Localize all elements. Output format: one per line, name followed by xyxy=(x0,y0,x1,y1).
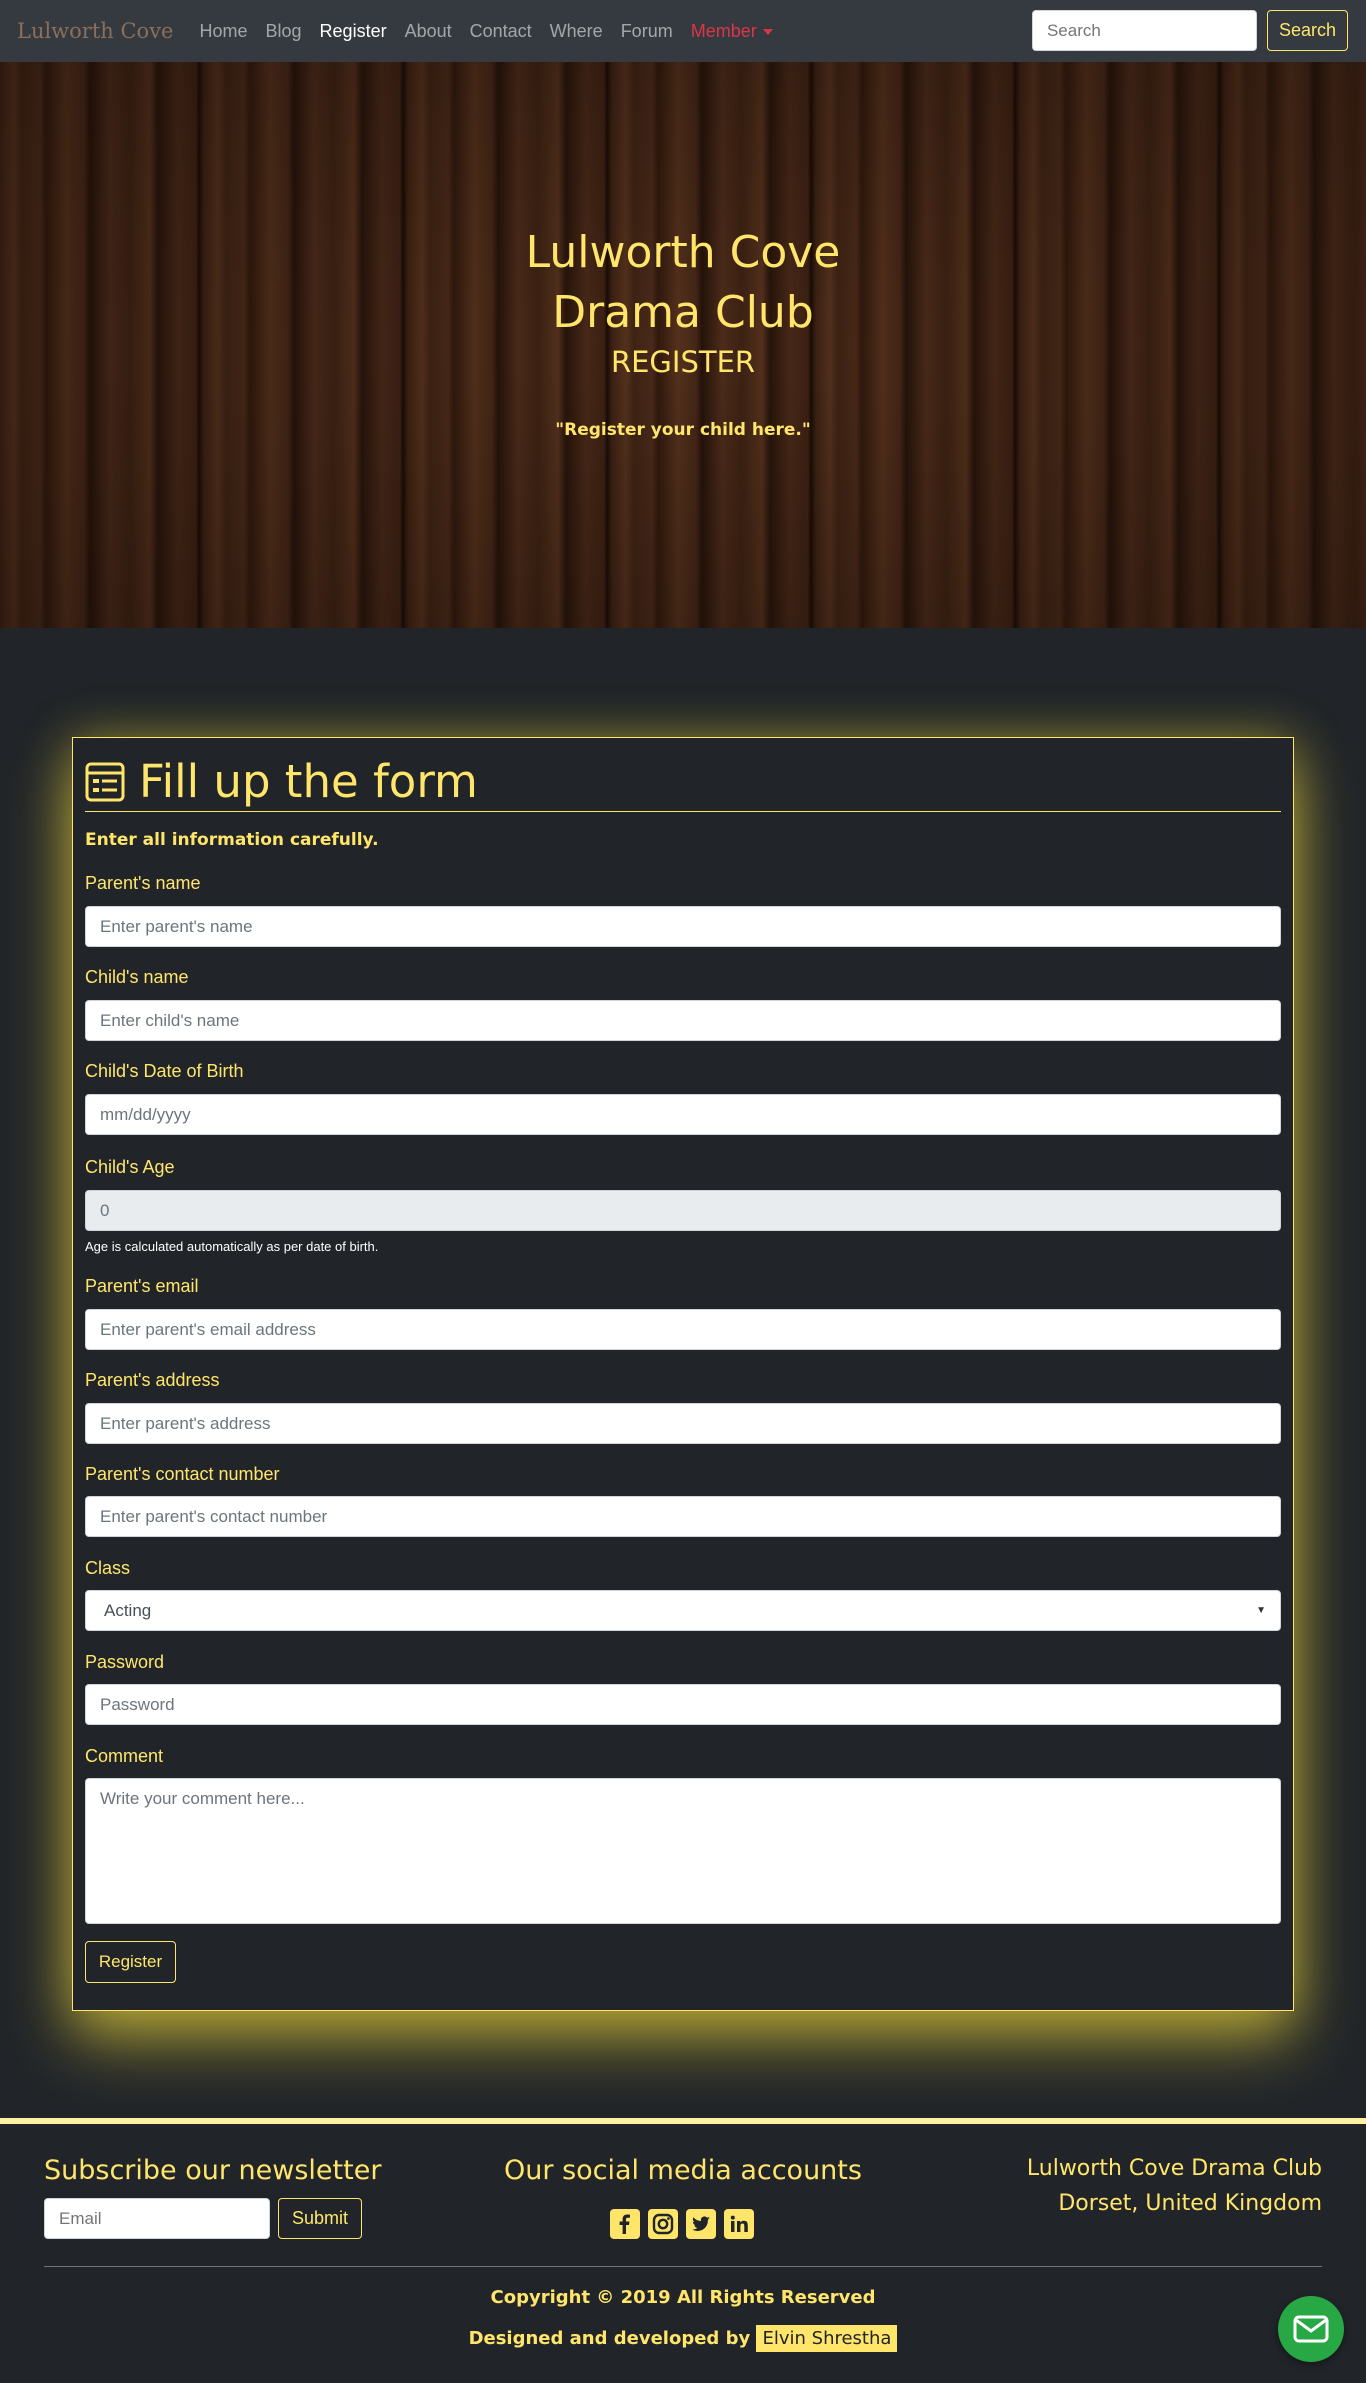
nav-home[interactable]: Home xyxy=(200,21,248,42)
search-button[interactable]: Search xyxy=(1266,10,1348,51)
hero-title-line2: Drama Club xyxy=(552,287,814,338)
nav-forum[interactable]: Forum xyxy=(621,21,673,42)
nav-about[interactable]: About xyxy=(405,21,452,42)
age-label: Child's Age xyxy=(85,1157,175,1177)
twitter-icon[interactable] xyxy=(686,2209,716,2239)
designed-by: Designed and developed by Elvin Shrestha xyxy=(0,2325,1366,2352)
designer-name[interactable]: Elvin Shrestha xyxy=(756,2325,898,2352)
club-location: Dorset, United Kingdom xyxy=(1058,2191,1322,2216)
newsletter-submit-button[interactable]: Submit xyxy=(278,2198,362,2239)
registration-form: Fill up the form Enter all information c… xyxy=(72,737,1294,2011)
hero-banner: Lulworth Cove Drama Club REGISTER "Regis… xyxy=(0,62,1366,628)
address-label: Parent's address xyxy=(85,1370,220,1390)
newsletter-email-input[interactable] xyxy=(44,2198,270,2239)
form-list-icon xyxy=(85,762,125,801)
child-name-label: Child's name xyxy=(85,967,189,987)
hero-quote: "Register your child here." xyxy=(555,420,811,440)
hero-title-line1: Lulworth Cove xyxy=(525,227,841,278)
comment-label: Comment xyxy=(85,1746,164,1766)
footer-divider xyxy=(44,2266,1322,2267)
contact-mail-button[interactable] xyxy=(1278,2296,1344,2362)
nav-links: Home Blog Register About Contact Where F… xyxy=(200,21,791,42)
contact-input[interactable] xyxy=(85,1496,1281,1537)
dob-input[interactable] xyxy=(85,1094,1281,1135)
contact-label: Parent's contact number xyxy=(85,1464,280,1484)
age-field: 0 xyxy=(85,1190,1281,1231)
caret-down-icon xyxy=(762,28,773,35)
address-input[interactable] xyxy=(85,1403,1281,1444)
search-input[interactable] xyxy=(1031,10,1257,51)
parent-name-input[interactable] xyxy=(85,906,1281,947)
linkedin-icon[interactable] xyxy=(724,2209,754,2239)
parent-name-label: Parent's name xyxy=(85,873,201,893)
register-button[interactable]: Register xyxy=(85,1941,176,1983)
nav-where[interactable]: Where xyxy=(550,21,603,42)
email-label: Parent's email xyxy=(85,1276,199,1296)
select-caret-icon: ▼ xyxy=(1256,1605,1266,1616)
age-help-text: Age is calculated automatically as per d… xyxy=(85,1239,379,1254)
footer-top-border xyxy=(0,2118,1366,2124)
instagram-icon[interactable] xyxy=(648,2209,678,2239)
member-label: Member xyxy=(690,20,757,41)
comment-textarea[interactable] xyxy=(85,1778,1281,1924)
class-label: Class xyxy=(85,1558,131,1578)
navbar: Lulworth Cove Home Blog Register About C… xyxy=(0,0,1366,62)
class-select[interactable]: Acting ▼ xyxy=(85,1590,1281,1631)
copyright-text: Copyright © 2019 All Rights Reserved xyxy=(490,2287,876,2308)
nav-contact[interactable]: Contact xyxy=(470,21,532,42)
form-note: Enter all information carefully. xyxy=(85,830,379,850)
password-input[interactable] xyxy=(85,1684,1281,1725)
dob-label: Child's Date of Birth xyxy=(85,1061,244,1081)
nav-blog[interactable]: Blog xyxy=(266,21,302,42)
child-name-input[interactable] xyxy=(85,1000,1281,1041)
nav-register[interactable]: Register xyxy=(320,21,387,42)
class-selected-value: Acting xyxy=(104,1600,152,1620)
facebook-icon[interactable] xyxy=(610,2209,640,2239)
email-input[interactable] xyxy=(85,1309,1281,1350)
nav-search-form: Search xyxy=(1031,10,1348,51)
designed-by-label: Designed and developed by xyxy=(468,2328,751,2349)
nav-member-dropdown[interactable]: Member xyxy=(691,21,773,42)
hero-subtitle: REGISTER xyxy=(610,345,756,379)
form-header: Fill up the form xyxy=(85,752,1281,812)
form-title: Fill up the form xyxy=(139,755,478,808)
club-name: Lulworth Cove Drama Club xyxy=(1026,2156,1322,2181)
mail-icon xyxy=(1293,2315,1329,2343)
brand-logo[interactable]: Lulworth Cove xyxy=(17,19,174,43)
password-label: Password xyxy=(85,1652,165,1672)
